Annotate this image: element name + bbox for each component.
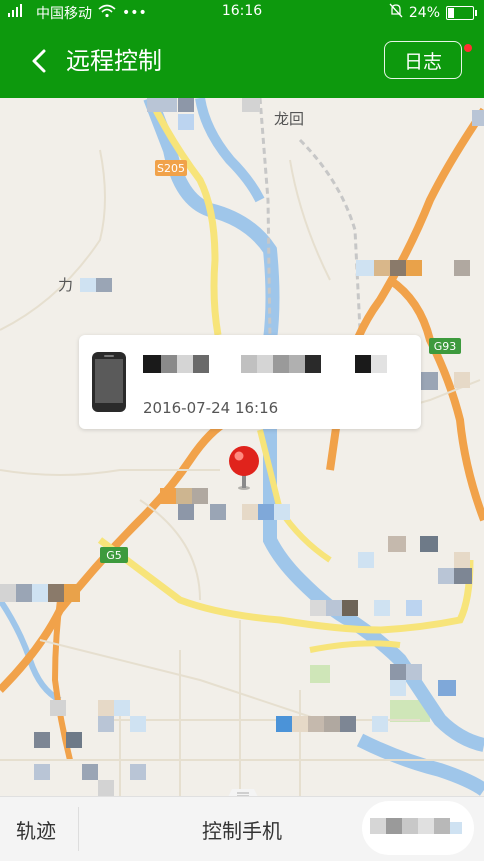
device-info-popup[interactable]: 2016-07-24 16:16 [79, 335, 421, 429]
app-bar: 远程控制 日志 [0, 24, 484, 98]
back-button[interactable] [22, 44, 56, 78]
redacted-action-button[interactable] [362, 801, 474, 855]
page-title: 远程控制 [66, 47, 162, 75]
park-area [310, 665, 330, 683]
map-view[interactable]: S205 G93 G5 龙回 力 2016-07-24 16:16 [0, 98, 484, 798]
svg-text:G93: G93 [434, 340, 457, 353]
back-arrow-icon [32, 49, 46, 73]
notification-dot [464, 44, 472, 52]
phone-device-icon [91, 351, 127, 417]
road-label-s205: S205 [155, 160, 187, 176]
battery-percent: 24% [408, 4, 440, 21]
place-label: 力 [58, 276, 73, 294]
device-name-redacted [143, 355, 413, 373]
bottom-bar: 轨迹 控制手机 [0, 796, 484, 861]
mute-bell-icon [389, 3, 403, 22]
map-canvas: S205 G93 G5 龙回 力 [0, 98, 484, 798]
road-label-g5: G5 [100, 547, 128, 563]
place-label: 龙回 [274, 110, 304, 128]
battery-icon [446, 5, 477, 20]
svg-text:S205: S205 [157, 162, 185, 175]
redacted-mosaic [370, 818, 462, 834]
status-right: 24% [389, 3, 477, 22]
log-button[interactable]: 日志 [384, 41, 462, 79]
status-bar: 中国移动 ••• 16:16 24% [0, 0, 484, 24]
svg-text:G5: G5 [106, 549, 122, 562]
last-location-time: 2016-07-24 16:16 [143, 399, 279, 417]
road-label-g93: G93 [429, 338, 461, 354]
